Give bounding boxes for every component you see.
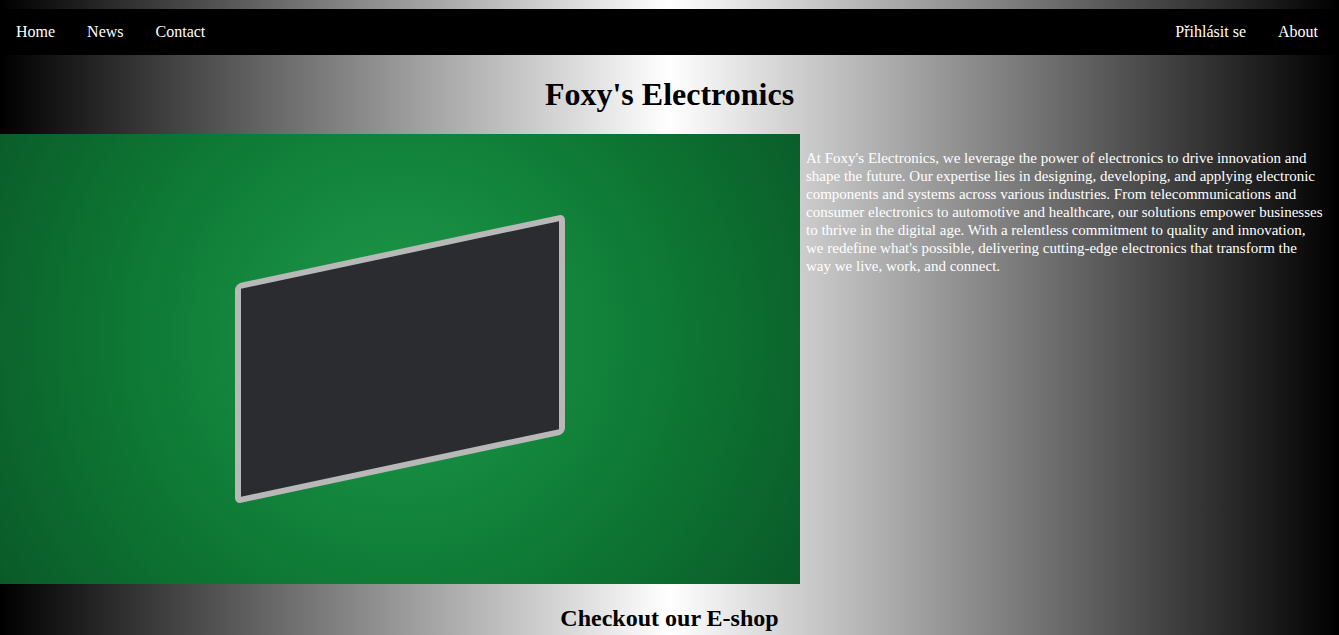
hero: At Foxy's Electronics, we leverage the p…	[0, 134, 1339, 584]
nav-link[interactable]: News	[71, 9, 139, 55]
nav-link[interactable]: About	[1262, 9, 1334, 55]
page: HomeNewsContact Přihlásit seAbout Foxy's E…	[0, 0, 1339, 635]
page-title: Foxy's Electronics	[0, 76, 1339, 113]
top-nav: HomeNewsContact Přihlásit seAbout	[0, 9, 1339, 55]
chip-shape	[235, 214, 565, 504]
nav-link[interactable]: Přihlásit se	[1159, 9, 1262, 55]
nav-left: HomeNewsContact	[0, 9, 221, 55]
nav-link[interactable]: Home	[0, 9, 71, 55]
hero-image	[0, 134, 800, 584]
eshop-heading: Checkout our E-shop	[0, 604, 1339, 632]
hero-text: At Foxy's Electronics, we leverage the p…	[800, 149, 1339, 275]
nav-right: Přihlásit seAbout	[1159, 9, 1334, 55]
nav-link[interactable]: Contact	[140, 9, 222, 55]
